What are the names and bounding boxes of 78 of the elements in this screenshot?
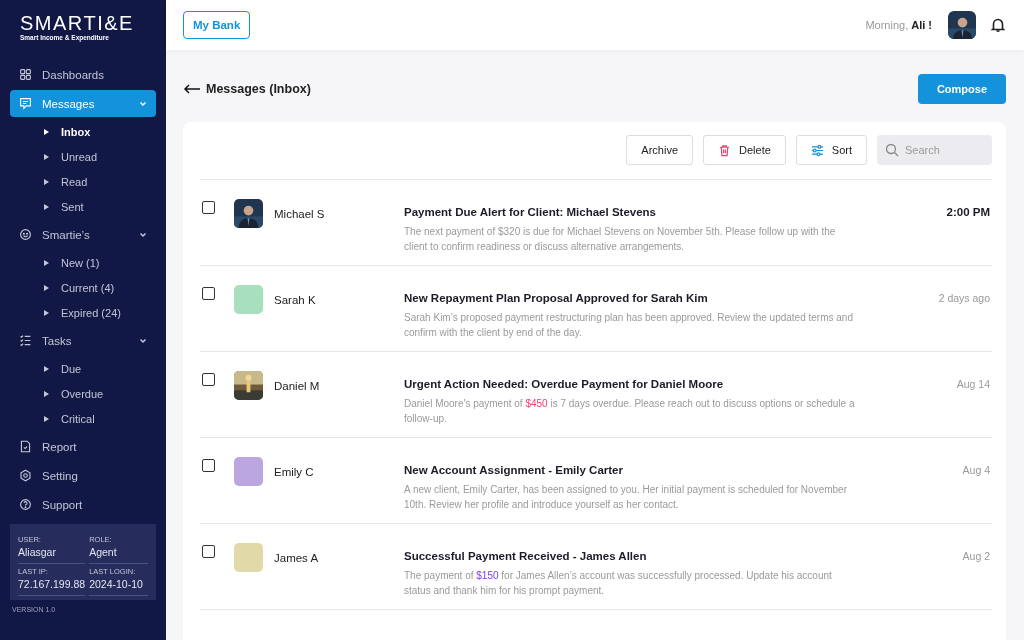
sender-name: Daniel M xyxy=(274,380,321,392)
logo-title: SMARTI&E xyxy=(20,12,134,34)
message-subject[interactable]: Successful Payment Received - James Allen xyxy=(404,550,900,562)
info-value: Agent xyxy=(89,546,118,558)
checkbox[interactable] xyxy=(202,545,215,558)
chat-icon xyxy=(19,97,32,110)
back-arrow-icon[interactable] xyxy=(183,84,201,94)
chevron-icon xyxy=(139,336,147,345)
submenu-item[interactable]: Unread xyxy=(44,144,156,169)
message-subject[interactable]: Payment Due Alert for Client: Michael Stevens xyxy=(404,206,900,218)
sender-name: Sarah K xyxy=(274,294,317,306)
submenu-item[interactable]: Overdue xyxy=(44,381,156,406)
page-title: Messages (Inbox) xyxy=(206,82,311,96)
info-value: Aliasgar xyxy=(18,546,57,558)
message-preview: The payment of $150 for James Allen’s account was successfully processed. Update his account status and thank him for his prompt payment. xyxy=(404,569,833,598)
message-preview: Sarah Kim’s proposed payment restructuring plan has been approved. Review the updated terms and confirm with the client by end of the day. xyxy=(404,311,854,340)
checkbox[interactable] xyxy=(202,201,215,214)
submenu-item[interactable]: Sent xyxy=(44,194,156,219)
chevron-icon xyxy=(139,230,147,239)
submenu-item[interactable]: Expired (24) xyxy=(44,300,156,325)
sidebar-item[interactable]: Dashboards xyxy=(10,61,156,88)
message-subject[interactable]: Urgent Action Needed: Overdue Payment for Daniel Moore xyxy=(404,378,900,390)
sender-name: James A xyxy=(274,552,320,564)
search-icon xyxy=(885,143,899,157)
message-time: Aug 14 xyxy=(956,377,990,390)
message-preview: The next payment of $320 is due for Michael Stevens on November 5th. Please follow up with the client to confirm readiness or discuss alternative arrangements. xyxy=(404,225,837,254)
caret-icon xyxy=(44,128,49,135)
submenu-item[interactable]: Read xyxy=(44,169,156,194)
caret-icon xyxy=(44,415,49,422)
caret-icon xyxy=(44,153,49,160)
document-icon xyxy=(19,440,32,453)
caret-icon xyxy=(44,203,49,210)
message-preview: A new client, Emily Carter, has been assigned to you. Her initial payment is scheduled for November 10th. Review her profile and introduce yourself as her contact. xyxy=(404,483,848,512)
sidebar-item[interactable]: Report xyxy=(10,433,156,460)
submenu-item[interactable]: New (1) xyxy=(44,250,156,275)
info-value: 72.167.199.88 xyxy=(18,578,86,590)
submenu-item[interactable]: Current (4) xyxy=(44,275,156,300)
smiley-icon xyxy=(19,228,32,241)
greeting: Morning, xyxy=(865,19,909,31)
checkbox[interactable] xyxy=(202,459,215,472)
submenu-item[interactable]: Critical xyxy=(44,406,156,431)
trash-icon xyxy=(718,143,731,157)
user-name: Ali ! xyxy=(911,19,932,31)
sort-button[interactable]: Sort xyxy=(795,135,867,165)
help-icon xyxy=(19,498,32,511)
message-time: 2:00 PM xyxy=(946,205,990,218)
sidebar-item[interactable]: Tasks xyxy=(10,327,156,354)
sender-name: Michael S xyxy=(274,208,326,220)
sidebar-item[interactable]: Setting xyxy=(10,462,156,489)
message-preview: Daniel Moore's payment of $450 is 7 days overdue. Please reach out to discuss options or schedule a follow-up. xyxy=(404,397,856,426)
caret-icon xyxy=(44,178,49,185)
checkbox[interactable] xyxy=(202,373,215,386)
chevron-icon xyxy=(139,99,147,108)
caret-icon xyxy=(44,309,49,316)
grid-icon xyxy=(19,68,32,81)
message-subject[interactable]: New Account Assignment - Emily Carter xyxy=(404,464,900,476)
sender-name: Emily C xyxy=(274,466,315,478)
gear-icon xyxy=(19,469,32,482)
message-time: Aug 4 xyxy=(962,463,990,476)
sidebar-item[interactable]: Support xyxy=(10,491,156,518)
archive-button[interactable]: Archive xyxy=(626,135,693,165)
caret-icon xyxy=(44,259,49,266)
checkbox[interactable] xyxy=(202,287,215,300)
submenu-item[interactable]: Due xyxy=(44,356,156,381)
info-value: 2024-10-10 xyxy=(89,578,144,590)
sidebar-item[interactable]: Smartie’s xyxy=(10,221,156,248)
caret-icon xyxy=(44,284,49,291)
bell-icon[interactable] xyxy=(990,17,1006,33)
caret-icon xyxy=(44,390,49,397)
message-subject[interactable]: New Repayment Plan Proposal Approved for Sarah Kim xyxy=(404,292,900,304)
caret-icon xyxy=(44,365,49,372)
delete-button[interactable]: Delete xyxy=(703,135,786,165)
message-time: 2 days ago xyxy=(938,291,990,304)
search-field[interactable]: Search xyxy=(877,135,992,165)
message-time: Aug 2 xyxy=(962,549,990,562)
checklist-icon xyxy=(19,334,32,347)
submenu-item[interactable]: Inbox xyxy=(44,119,156,144)
sliders-icon xyxy=(810,143,824,157)
